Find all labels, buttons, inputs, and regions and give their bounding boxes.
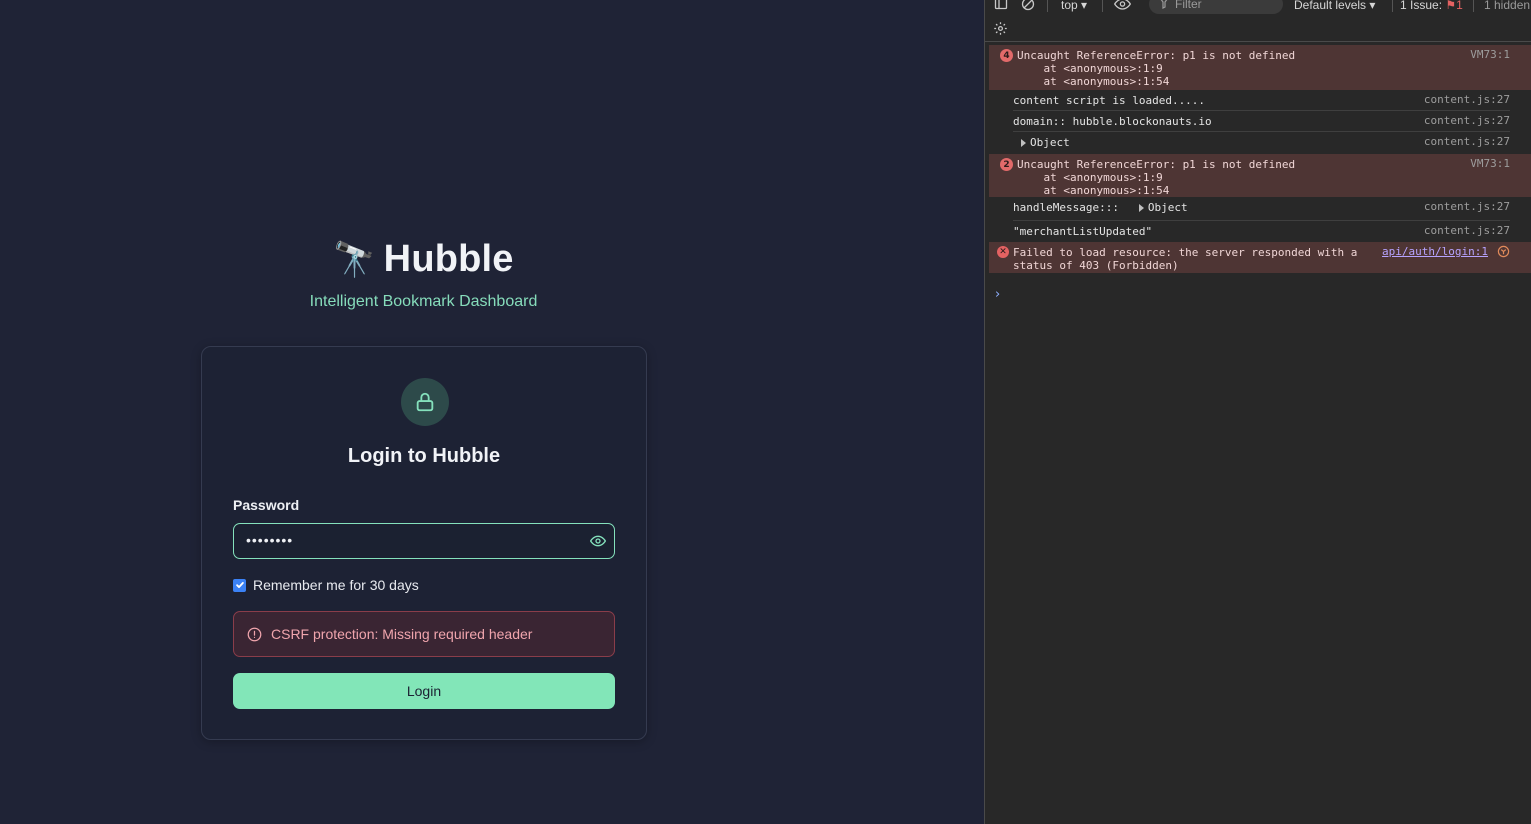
app-pane: 🔭 Hubble Intelligent Bookmark Dashboard … xyxy=(0,0,984,824)
network-panel-icon[interactable] xyxy=(1497,245,1510,261)
message-source[interactable]: VM73:1 xyxy=(1470,157,1510,170)
sidebar-toggle-icon[interactable] xyxy=(994,0,1008,14)
console-toolbar: top ▾ Filter Default levels ▾ 1 Issue: ⚑… xyxy=(985,0,1531,14)
console-log-message[interactable]: domain:: hubble.blockonauts.io content.j… xyxy=(989,111,1531,132)
message-source[interactable]: content.js:27 xyxy=(1424,93,1510,106)
message-text: Uncaught ReferenceError: p1 is not defin… xyxy=(1017,158,1296,197)
expand-triangle-icon[interactable] xyxy=(1138,204,1144,212)
brand-header: 🔭 Hubble Intelligent Bookmark Dashboard xyxy=(0,238,847,311)
devtools-panel: top ▾ Filter Default levels ▾ 1 Issue: ⚑… xyxy=(984,0,1531,824)
clear-console-icon[interactable] xyxy=(1021,0,1035,14)
telescope-icon: 🔭 xyxy=(333,239,376,280)
expand-triangle-icon[interactable] xyxy=(1021,139,1026,147)
toolbar-divider xyxy=(1102,0,1103,12)
message-text: Uncaught ReferenceError: p1 is not defin… xyxy=(1017,49,1296,88)
remember-me-row[interactable]: Remember me for 30 days xyxy=(233,577,419,593)
console-network-error[interactable]: ✕ Failed to load resource: the server re… xyxy=(989,242,1531,273)
toolbar-divider xyxy=(1473,0,1474,12)
console-log-message[interactable]: handleMessage::: Object content.js:27 xyxy=(989,197,1531,221)
app-title: Hubble xyxy=(383,238,514,280)
network-source-link[interactable]: api/auth/login:1 xyxy=(1382,245,1488,258)
login-card: Login to Hubble Password •••••••• Rememb… xyxy=(201,346,647,740)
filter-funnel-icon xyxy=(1159,0,1169,12)
login-button[interactable]: Login xyxy=(233,673,615,709)
console-object-message[interactable]: Object content.js:27 xyxy=(989,132,1531,154)
console-error-message[interactable]: 4 Uncaught ReferenceError: p1 is not def… xyxy=(989,45,1531,90)
filter-input[interactable]: Filter xyxy=(1149,0,1283,14)
lock-icon xyxy=(401,378,449,426)
password-value: •••••••• xyxy=(246,532,294,548)
live-expression-eye-icon[interactable] xyxy=(1113,0,1132,14)
remember-me-checkbox[interactable] xyxy=(233,578,246,592)
object-label: Object xyxy=(1030,136,1070,149)
toolbar-divider xyxy=(1047,0,1048,12)
object-label[interactable]: Object xyxy=(1148,201,1188,214)
message-source[interactable]: content.js:27 xyxy=(1424,135,1510,148)
filter-placeholder: Filter xyxy=(1175,0,1202,11)
error-alert: CSRF protection: Missing required header xyxy=(233,611,615,657)
console-settings-row xyxy=(985,18,1531,42)
alert-circle-icon xyxy=(247,627,262,641)
login-title: Login to Hubble xyxy=(347,445,501,467)
settings-gear-icon[interactable] xyxy=(993,21,1008,41)
app-subtitle: Intelligent Bookmark Dashboard xyxy=(309,293,538,310)
repeat-count-badge: 2 xyxy=(1000,158,1013,171)
context-value: top xyxy=(1061,0,1078,12)
error-message: CSRF protection: Missing required header xyxy=(271,626,533,642)
issues-label: 1 Issue: xyxy=(1400,0,1443,12)
show-password-eye-icon[interactable] xyxy=(588,531,608,551)
log-levels-value: Default levels xyxy=(1294,0,1367,12)
hidden-count: 1 hidden xyxy=(1484,0,1531,12)
password-field[interactable]: •••••••• xyxy=(233,523,615,559)
issues-count: 1 xyxy=(1456,0,1463,12)
issues-flag-icon: ⚑ xyxy=(1445,0,1457,12)
console-log-message[interactable]: content script is loaded..... content.js… xyxy=(989,90,1531,111)
message-text: handleMessage::: xyxy=(1013,201,1119,214)
console-log-message[interactable]: "merchantListUpdated" content.js:27 xyxy=(989,221,1531,242)
console-error-message[interactable]: 2 Uncaught ReferenceError: p1 is not def… xyxy=(989,154,1531,197)
password-label: Password xyxy=(233,497,300,513)
brand-row: 🔭 Hubble xyxy=(333,238,513,281)
log-levels-select[interactable]: Default levels ▾ xyxy=(1294,0,1375,12)
message-source[interactable]: content.js:27 xyxy=(1424,200,1510,213)
message-source[interactable]: content.js:27 xyxy=(1424,114,1510,127)
remember-me-label: Remember me for 30 days xyxy=(253,577,419,593)
console-prompt[interactable]: › xyxy=(995,287,1000,302)
console-messages: 4 Uncaught ReferenceError: p1 is not def… xyxy=(989,45,1531,273)
context-select[interactable]: top ▾ xyxy=(1061,0,1087,12)
error-x-icon: ✕ xyxy=(997,246,1009,258)
issues-button[interactable]: 1 Issue: ⚑1 xyxy=(1400,0,1463,12)
toolbar-divider xyxy=(1392,0,1393,12)
message-source[interactable]: content.js:27 xyxy=(1424,224,1510,237)
message-source[interactable]: VM73:1 xyxy=(1470,48,1510,61)
repeat-count-badge: 4 xyxy=(1000,49,1013,62)
